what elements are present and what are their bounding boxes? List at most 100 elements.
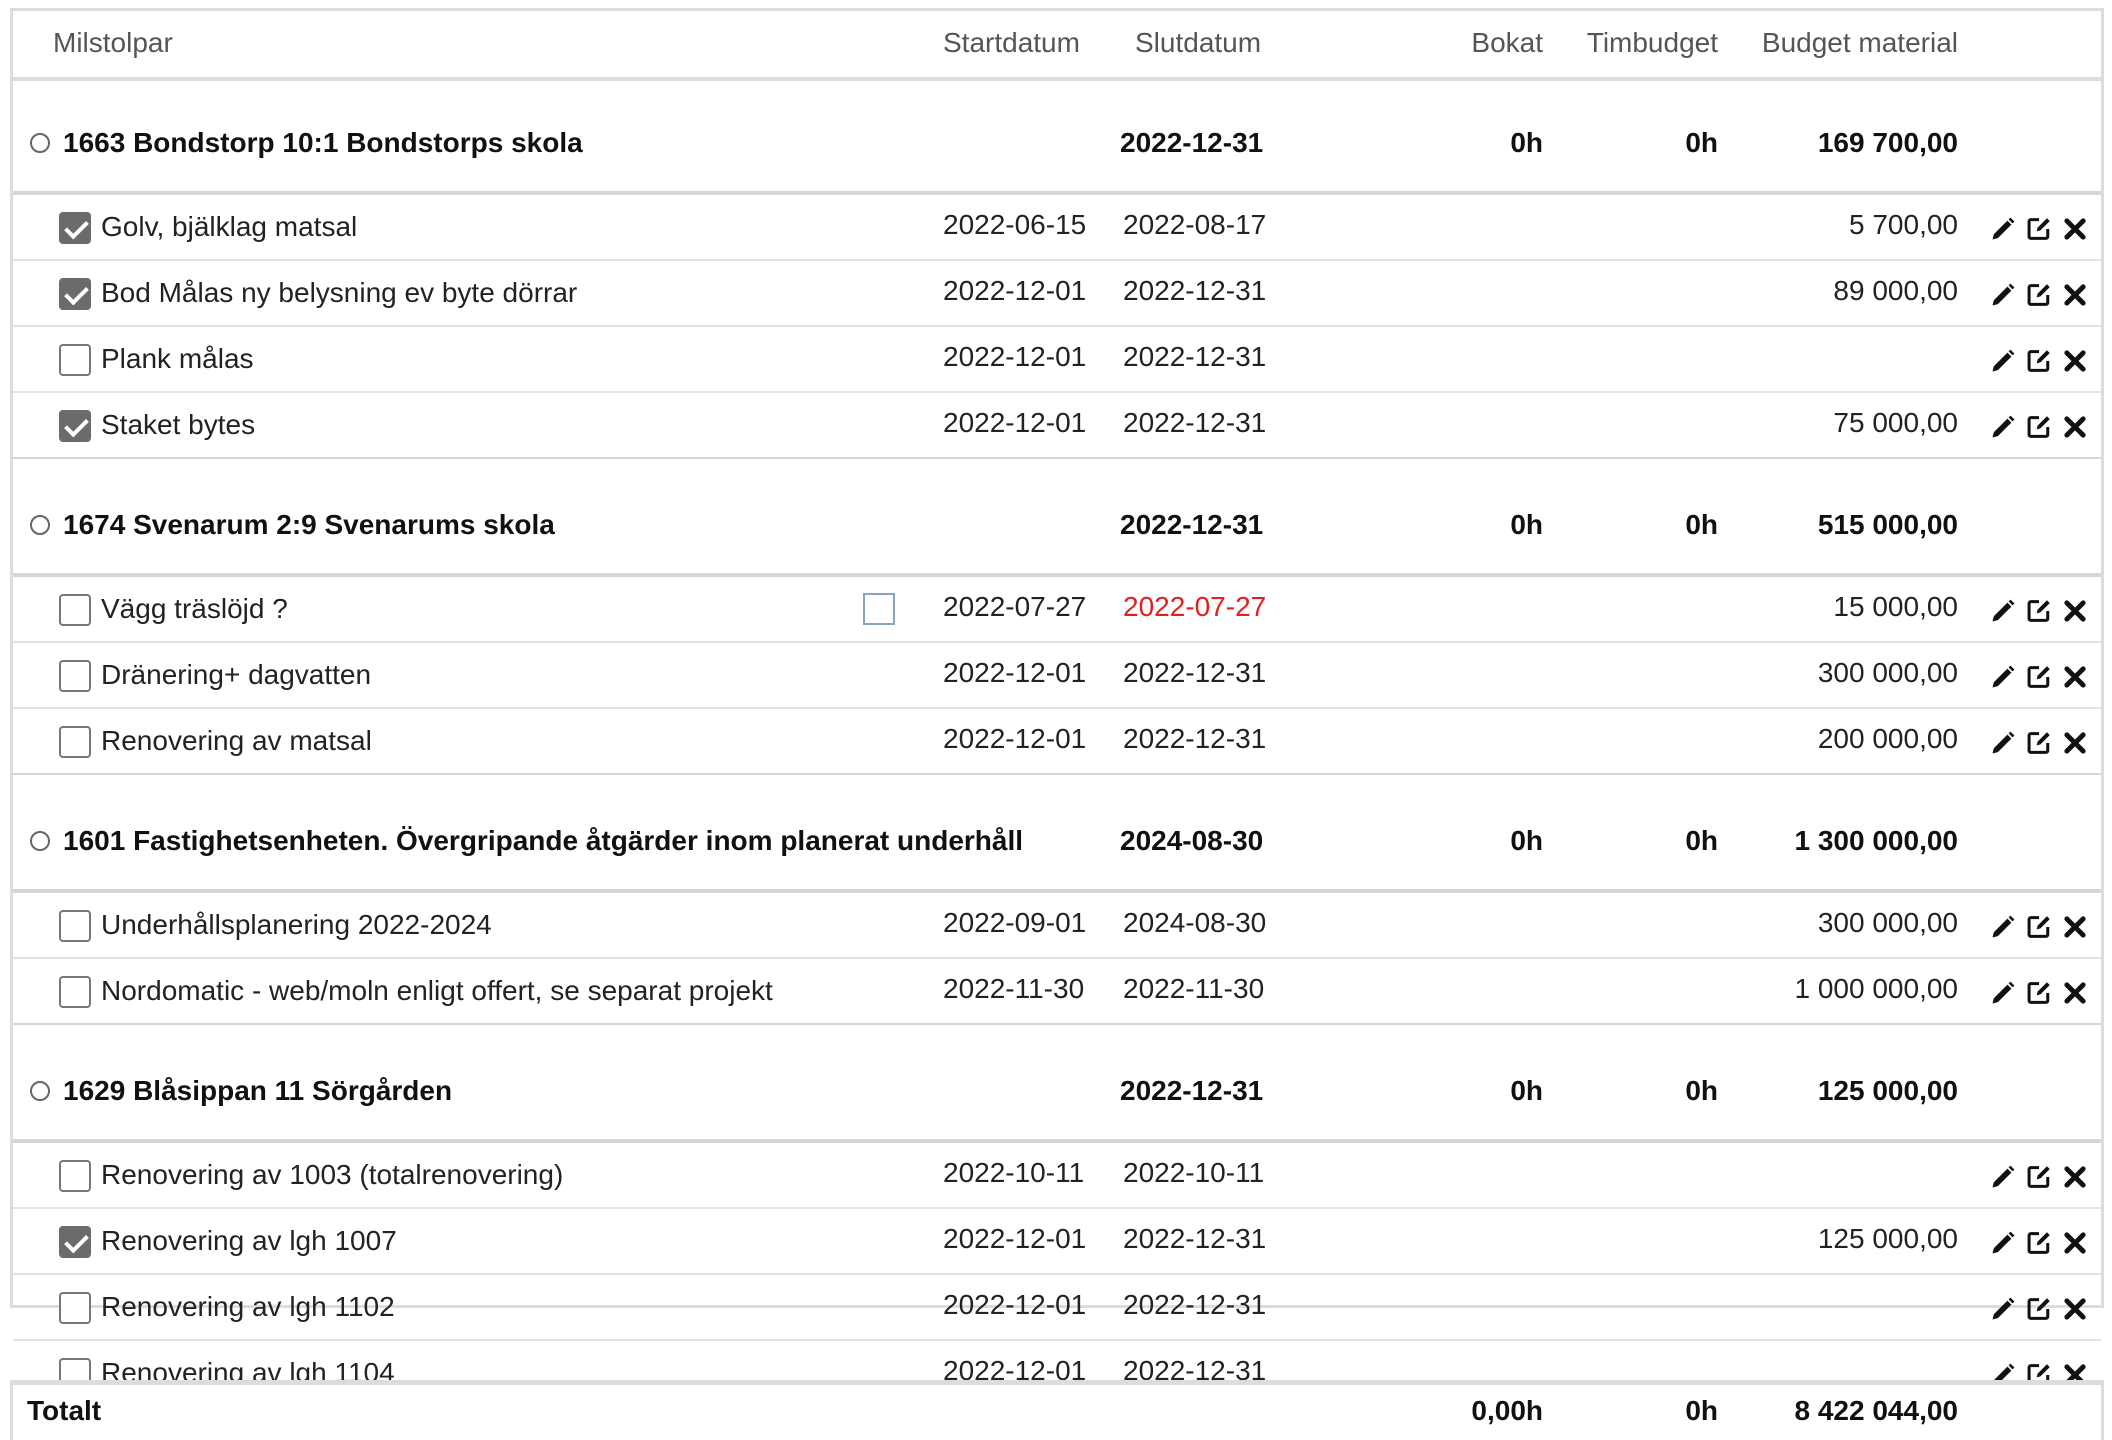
edit-square-icon[interactable] bbox=[2025, 347, 2053, 375]
radio-circle-icon[interactable] bbox=[30, 1081, 50, 1101]
edit-square-icon[interactable] bbox=[2025, 979, 2053, 1007]
edit-square-icon[interactable] bbox=[2025, 1163, 2053, 1191]
pencil-icon[interactable] bbox=[1989, 413, 2017, 441]
milestone-table: Milstolpar Startdatum Slutdatum Bokat Ti… bbox=[10, 8, 2104, 1407]
edit-square-icon[interactable] bbox=[2025, 281, 2053, 309]
group-booked: 0h bbox=[1510, 1075, 1543, 1106]
milestone-checkbox[interactable] bbox=[59, 976, 91, 1008]
pencil-icon[interactable] bbox=[1989, 281, 2017, 309]
milestone-budget: 300 000,00 bbox=[1817, 907, 1958, 938]
edit-square-icon[interactable] bbox=[2025, 215, 2053, 243]
milestone-label[interactable]: Renovering av lgh 1102 bbox=[101, 1291, 395, 1323]
close-x-icon[interactable] bbox=[2061, 281, 2089, 309]
milestone-label[interactable]: Bod Målas ny belysning ev byte dörrar bbox=[101, 277, 577, 309]
milestone-checkbox[interactable] bbox=[59, 594, 91, 626]
pencil-icon[interactable] bbox=[1989, 979, 2017, 1007]
milestone-start-date: 2022-12-01 bbox=[943, 657, 1087, 688]
milestone-start-date: 2022-07-27 bbox=[943, 591, 1087, 622]
milestone-label[interactable]: Underhållsplanering 2022-2024 bbox=[101, 909, 492, 941]
close-x-icon[interactable] bbox=[2061, 1229, 2089, 1257]
milestone-checkbox[interactable] bbox=[59, 1160, 91, 1192]
flag-checkbox[interactable] bbox=[863, 593, 895, 625]
group-title: 1629 Blåsippan 11 Sörgården bbox=[63, 1075, 453, 1106]
table-header: Milstolpar Startdatum Slutdatum Bokat Ti… bbox=[13, 11, 2101, 81]
edit-square-icon[interactable] bbox=[2025, 1229, 2053, 1257]
total-label: Totalt bbox=[27, 1395, 102, 1426]
radio-circle-icon[interactable] bbox=[30, 515, 50, 535]
pencil-icon[interactable] bbox=[1989, 1229, 2017, 1257]
table-row: Renovering av lgh 1102 2022-12-01 2022-12-… bbox=[13, 1275, 2101, 1341]
group-booked: 0h bbox=[1510, 509, 1543, 540]
col-hour-budget[interactable]: Timbudget bbox=[1543, 27, 1718, 59]
milestone-end-date: 2022-12-31 bbox=[1123, 341, 1267, 372]
milestone-checkbox[interactable] bbox=[59, 278, 91, 310]
radio-circle-icon[interactable] bbox=[30, 133, 50, 153]
milestone-checkbox[interactable] bbox=[59, 1226, 91, 1258]
milestone-budget: 1 000 000,00 bbox=[1794, 973, 1959, 1004]
milestone-label[interactable]: Vägg träslöjd ? bbox=[101, 593, 288, 625]
milestone-budget: 89 000,00 bbox=[1833, 275, 1958, 306]
milestone-budget: 125 000,00 bbox=[1817, 1223, 1958, 1254]
pencil-icon[interactable] bbox=[1989, 1295, 2017, 1323]
close-x-icon[interactable] bbox=[2061, 597, 2089, 625]
close-x-icon[interactable] bbox=[2061, 979, 2089, 1007]
radio-circle-icon[interactable] bbox=[30, 831, 50, 851]
close-x-icon[interactable] bbox=[2061, 913, 2089, 941]
milestone-label[interactable]: Staket bytes bbox=[101, 409, 255, 441]
milestone-end-date: 2022-11-30 bbox=[1123, 973, 1265, 1004]
group-row: 1663 Bondstorp 10:1 Bondstorps skola 2022… bbox=[13, 77, 2101, 195]
table-row: Underhållsplanering 2022-2024 2022-09-01 2… bbox=[13, 893, 2101, 959]
col-booked[interactable]: Bokat bbox=[1393, 27, 1543, 59]
pencil-icon[interactable] bbox=[1989, 1163, 2017, 1191]
table-row: Renovering av 1003 (totalrenovering) 2022… bbox=[13, 1143, 2101, 1209]
milestone-label[interactable]: Golv, bjälklag matsal bbox=[101, 211, 357, 243]
pencil-icon[interactable] bbox=[1989, 729, 2017, 757]
edit-square-icon[interactable] bbox=[2025, 729, 2053, 757]
edit-square-icon[interactable] bbox=[2025, 913, 2053, 941]
milestone-checkbox[interactable] bbox=[59, 660, 91, 692]
col-start[interactable]: Startdatum bbox=[943, 27, 1080, 59]
milestone-budget: 5 700,00 bbox=[1849, 209, 1958, 240]
close-x-icon[interactable] bbox=[2061, 215, 2089, 243]
milestone-label[interactable]: Renovering av matsal bbox=[101, 725, 372, 757]
milestone-end-date: 2022-12-31 bbox=[1123, 1223, 1267, 1254]
group-hour-budget: 0h bbox=[1685, 509, 1718, 540]
pencil-icon[interactable] bbox=[1989, 597, 2017, 625]
milestone-checkbox[interactable] bbox=[59, 1292, 91, 1324]
milestone-label[interactable]: Renovering av lgh 1007 bbox=[101, 1225, 397, 1257]
milestone-start-date: 2022-12-01 bbox=[943, 407, 1087, 438]
pencil-icon[interactable] bbox=[1989, 347, 2017, 375]
col-milestones[interactable]: Milstolpar bbox=[53, 27, 173, 59]
milestone-checkbox[interactable] bbox=[59, 212, 91, 244]
pencil-icon[interactable] bbox=[1989, 913, 2017, 941]
milestone-checkbox[interactable] bbox=[59, 410, 91, 442]
milestone-checkbox[interactable] bbox=[59, 726, 91, 758]
edit-square-icon[interactable] bbox=[2025, 597, 2053, 625]
milestone-end-date: 2022-08-17 bbox=[1123, 209, 1267, 240]
milestone-label[interactable]: Nordomatic - web/moln enligt offert, se … bbox=[101, 975, 773, 1007]
milestone-label[interactable]: Dränering+ dagvatten bbox=[101, 659, 371, 691]
close-x-icon[interactable] bbox=[2061, 413, 2089, 441]
close-x-icon[interactable] bbox=[2061, 1163, 2089, 1191]
milestone-checkbox[interactable] bbox=[59, 344, 91, 376]
pencil-icon[interactable] bbox=[1989, 215, 2017, 243]
milestone-label[interactable]: Renovering av 1003 (totalrenovering) bbox=[101, 1159, 563, 1191]
milestone-checkbox[interactable] bbox=[59, 910, 91, 942]
pencil-icon[interactable] bbox=[1989, 663, 2017, 691]
milestone-label[interactable]: Plank målas bbox=[101, 343, 254, 375]
milestone-start-date: 2022-12-01 bbox=[943, 1289, 1087, 1320]
close-x-icon[interactable] bbox=[2061, 347, 2089, 375]
col-material-budget[interactable]: Budget material bbox=[1718, 27, 1958, 59]
edit-square-icon[interactable] bbox=[2025, 413, 2053, 441]
milestone-budget: 75 000,00 bbox=[1833, 407, 1958, 438]
close-x-icon[interactable] bbox=[2061, 729, 2089, 757]
milestone-start-date: 2022-12-01 bbox=[943, 341, 1087, 372]
edit-square-icon[interactable] bbox=[2025, 663, 2053, 691]
table-row: Staket bytes 2022-12-01 2022-12-31 75 000,0… bbox=[13, 393, 2101, 459]
col-end[interactable]: Slutdatum bbox=[1135, 27, 1261, 59]
close-x-icon[interactable] bbox=[2061, 1295, 2089, 1323]
edit-square-icon[interactable] bbox=[2025, 1295, 2053, 1323]
table-row: Nordomatic - web/moln enligt offert, se … bbox=[13, 959, 2101, 1025]
group-material-budget: 515 000,00 bbox=[1817, 509, 1958, 540]
close-x-icon[interactable] bbox=[2061, 663, 2089, 691]
